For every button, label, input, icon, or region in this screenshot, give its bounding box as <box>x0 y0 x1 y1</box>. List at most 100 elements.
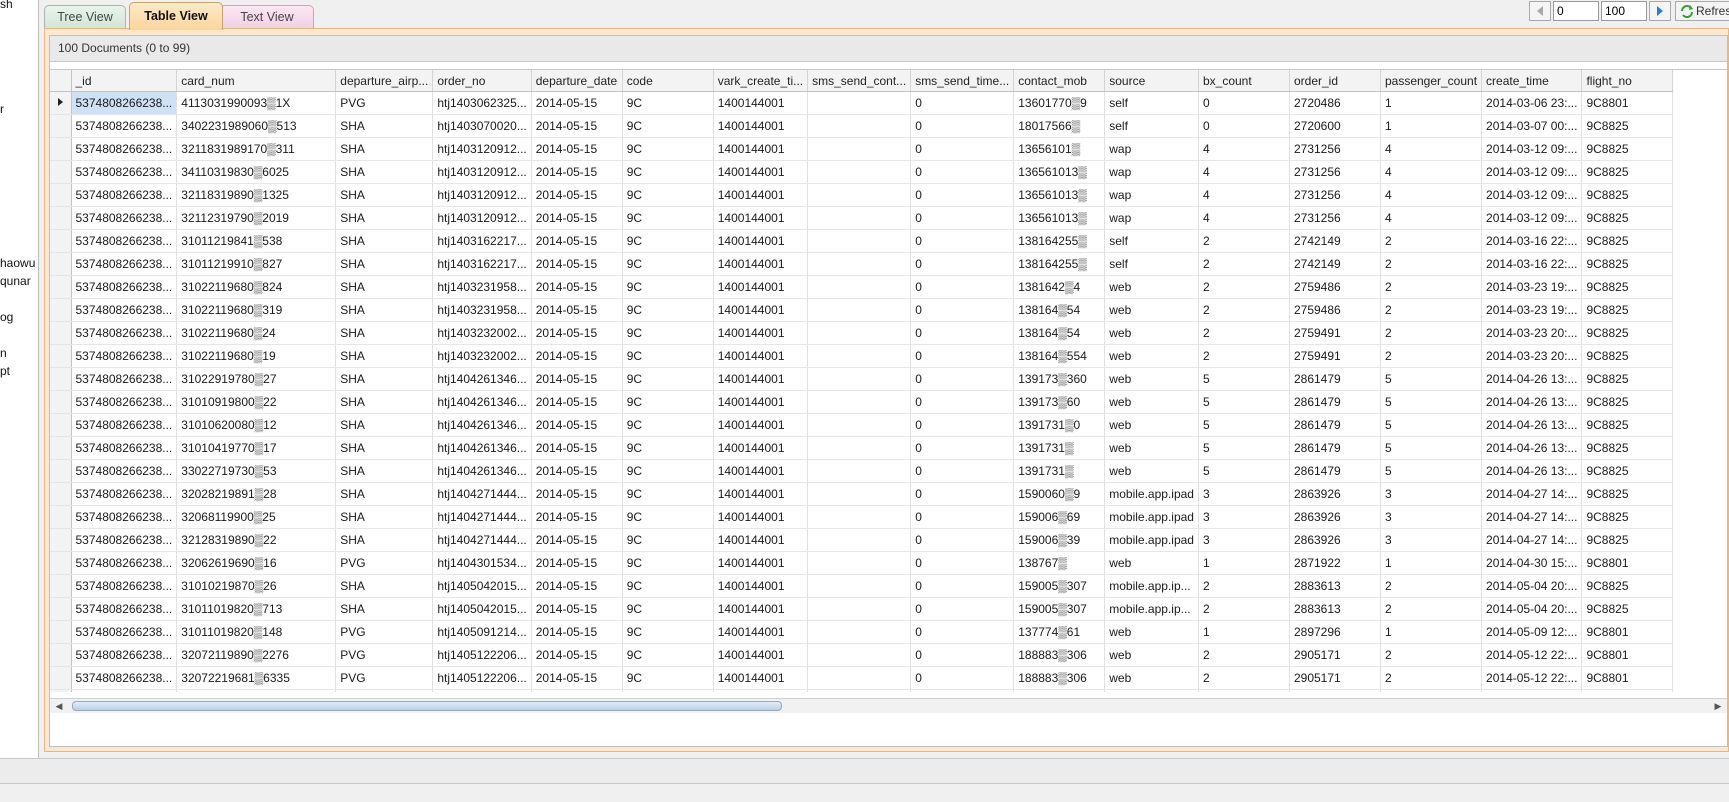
connection-sidebar[interactable]: sh r haowu qunar og n pt <box>0 0 39 758</box>
table-cell[interactable]: 4 <box>1380 160 1483 184</box>
table-cell[interactable]: self <box>1104 229 1199 253</box>
table-cell[interactable]: 1 <box>1198 620 1290 644</box>
table-cell[interactable]: 9C8825 <box>1581 206 1674 230</box>
table-cell[interactable]: 2720600 <box>1289 114 1381 138</box>
column-header[interactable]: departure_date <box>531 70 623 92</box>
table-cell[interactable]: 5374808266238... <box>71 482 178 506</box>
table-cell[interactable]: 3 <box>1380 482 1483 506</box>
table-row[interactable]: 5374808266238... 32112319790▒2019 SHA htj14… <box>50 206 1674 230</box>
table-cell[interactable]: 9C <box>622 160 714 184</box>
table-cell[interactable]: 2014-05-15 <box>531 666 623 690</box>
table-cell[interactable]: 31010620080▒12 <box>176 413 337 437</box>
row-selector[interactable] <box>50 252 72 276</box>
row-selector[interactable] <box>50 183 72 207</box>
column-header[interactable]: vark_create_ti... <box>713 70 809 92</box>
table-cell[interactable]: 0 <box>910 298 1015 322</box>
table-cell[interactable]: 5374808266238... <box>71 689 178 692</box>
table-cell[interactable]: 2014-04-26 13:... <box>1481 436 1583 460</box>
table-cell[interactable]: 138767▒ <box>1013 551 1106 575</box>
table-row[interactable]: 5374808266238... 32062619690▒16 PVG htj1404… <box>50 551 1674 575</box>
table-cell[interactable]: 5 <box>1198 436 1290 460</box>
table-cell[interactable]: 3 <box>1198 505 1290 529</box>
table-cell[interactable]: 2014-05-15 <box>531 229 623 253</box>
table-cell[interactable]: 9C8825 <box>1581 689 1674 692</box>
table-row[interactable]: 5374808266238... 31022119680▒19 SHA htj1403… <box>50 344 1674 368</box>
table-cell[interactable]: web <box>1104 620 1199 644</box>
table-cell[interactable]: 2014-03-06 23:... <box>1481 91 1583 115</box>
table-cell[interactable]: SHA <box>335 229 434 253</box>
table-cell[interactable]: 0 <box>910 252 1015 276</box>
table-cell[interactable]: 31010219870▒26 <box>176 574 337 598</box>
table-cell[interactable]: 31010419770▒17 <box>176 436 337 460</box>
table-cell[interactable]: 0 <box>910 689 1015 692</box>
table-cell[interactable]: 4113031990093▒1X <box>176 91 337 115</box>
table-cell[interactable]: 2 <box>1198 298 1290 322</box>
table-cell[interactable]: 137774▒61 <box>1013 620 1106 644</box>
table-cell[interactable] <box>807 344 912 368</box>
table-cell[interactable]: 9C8825 <box>1581 344 1674 368</box>
table-cell[interactable]: web <box>1104 459 1199 483</box>
column-header[interactable]: order_id <box>1289 70 1381 92</box>
table-cell[interactable]: 2014-05-15 <box>531 137 623 161</box>
refresh-button[interactable]: Refres <box>1675 1 1729 21</box>
table-cell[interactable]: wap <box>1104 137 1199 161</box>
table-cell[interactable]: SHA <box>335 482 434 506</box>
table-cell[interactable]: 0 <box>910 551 1015 575</box>
table-cell[interactable]: 2014-05-15 <box>531 597 623 621</box>
table-cell[interactable] <box>807 643 912 667</box>
table-cell[interactable]: 1400144001 <box>713 413 809 437</box>
table-cell[interactable] <box>807 137 912 161</box>
table-cell[interactable]: 33022719730▒53 <box>176 459 337 483</box>
row-selector[interactable] <box>50 298 72 322</box>
page-size-input[interactable] <box>1601 1 1647 21</box>
table-cell[interactable]: 5374808266238... <box>71 413 178 437</box>
table-cell[interactable]: 5374808266238... <box>71 620 178 644</box>
table-cell[interactable]: htj1404301534... <box>432 551 532 575</box>
table-cell[interactable]: htj1403232002... <box>432 344 532 368</box>
table-cell[interactable]: 31011019820▒713 <box>176 597 337 621</box>
table-cell[interactable]: mobile.app.ip... <box>1104 597 1199 621</box>
table-cell[interactable]: 2861479 <box>1289 413 1381 437</box>
page-start-input[interactable] <box>1553 1 1599 21</box>
row-selector[interactable] <box>50 114 72 138</box>
table-cell[interactable]: 2014-05-15 <box>531 459 623 483</box>
row-selector[interactable] <box>50 574 72 598</box>
table-cell[interactable]: 5374808266238... <box>71 390 178 414</box>
table-cell[interactable]: 0 <box>910 436 1015 460</box>
table-cell[interactable]: 2014-03-12 09:... <box>1481 206 1583 230</box>
table-cell[interactable]: 4 <box>1198 137 1290 161</box>
row-selector[interactable] <box>50 160 72 184</box>
table-cell[interactable]: 1400144001 <box>713 505 809 529</box>
row-selector[interactable] <box>50 321 72 345</box>
table-row[interactable]: 5374808266238... 32072219681▒6335 PVG htj14… <box>50 666 1674 690</box>
table-cell[interactable]: 0 <box>910 321 1015 345</box>
table-cell[interactable]: 3 <box>1380 505 1483 529</box>
table-cell[interactable]: 1400144001 <box>713 114 809 138</box>
table-cell[interactable]: self <box>1104 252 1199 276</box>
table-cell[interactable]: 138164▒54 <box>1013 298 1106 322</box>
table-cell[interactable]: 9C8801 <box>1581 666 1674 690</box>
table-cell[interactable]: PVG <box>335 551 434 575</box>
table-cell[interactable]: 2014-03-23 20:... <box>1481 321 1583 345</box>
table-cell[interactable]: SHA <box>335 505 434 529</box>
prev-page-button[interactable] <box>1529 1 1551 21</box>
table-cell[interactable]: 1 <box>1198 551 1290 575</box>
column-header[interactable]: card_num <box>176 70 337 92</box>
table-cell[interactable]: htj1403120912... <box>432 183 532 207</box>
column-header[interactable]: create_time <box>1481 70 1583 92</box>
table-cell[interactable]: 9C8825 <box>1581 229 1674 253</box>
results-grid[interactable]: _id card_num departure_airp... order_no depa… <box>50 69 1727 692</box>
table-cell[interactable]: 1361166▒11 <box>1013 689 1106 692</box>
table-cell[interactable]: htj1405122206... <box>432 666 532 690</box>
table-cell[interactable]: 9C <box>622 459 714 483</box>
table-cell[interactable]: 32072219681▒6335 <box>176 666 337 690</box>
table-cell[interactable]: 9C8825 <box>1581 390 1674 414</box>
table-cell[interactable]: 1400144001 <box>713 321 809 345</box>
table-cell[interactable]: 32118319890▒1325 <box>176 183 337 207</box>
table-cell[interactable]: 2014-03-23 19:... <box>1481 298 1583 322</box>
table-cell[interactable]: 2883613 <box>1289 597 1381 621</box>
row-selector[interactable] <box>50 275 72 299</box>
table-cell[interactable]: 9C8825 <box>1581 252 1674 276</box>
table-cell[interactable]: 0 <box>910 206 1015 230</box>
table-cell[interactable]: htj1403120912... <box>432 160 532 184</box>
